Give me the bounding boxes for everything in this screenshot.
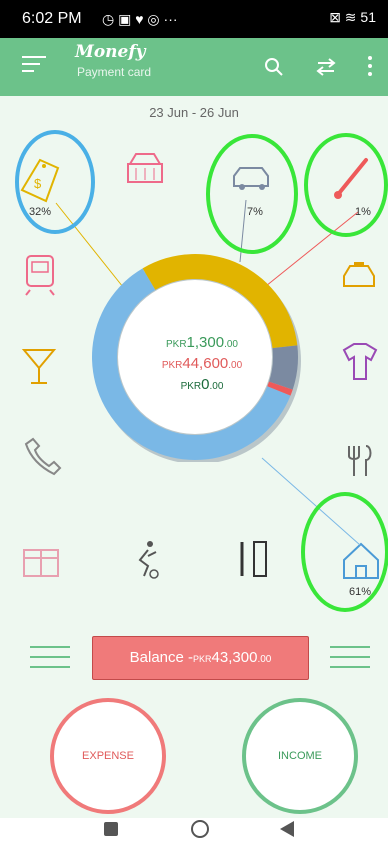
svg-text:$: $ [34, 176, 42, 191]
donut-slice-car[interactable] [268, 345, 298, 390]
thermometer-icon[interactable] [334, 158, 368, 199]
phone-icon[interactable] [24, 437, 62, 476]
home-button[interactable] [191, 820, 209, 838]
house-icon[interactable] [343, 542, 379, 579]
price-tag-icon[interactable]: $ [20, 158, 60, 203]
system-nav-bar [0, 818, 388, 850]
restaurant-icon[interactable] [348, 445, 372, 476]
back-button[interactable] [280, 821, 294, 837]
balance-label: Balance [129, 649, 184, 666]
left-menu-lines-icon[interactable] [30, 643, 70, 671]
toiletries-icon[interactable] [240, 541, 267, 577]
right-menu-lines-icon[interactable] [330, 643, 370, 671]
percent-label-health: 1% [355, 206, 371, 218]
gift-icon[interactable] [23, 549, 59, 577]
percent-label-house: 61% [348, 586, 372, 598]
other-total: PKR0.00 [180, 376, 224, 393]
balance-button[interactable]: Balance -PKR43,300.00 [92, 636, 309, 680]
clothes-icon[interactable] [342, 343, 378, 380]
expense-button[interactable]: EXPENSE [50, 698, 166, 814]
taxi-icon[interactable] [343, 262, 375, 287]
percent-label-car: 7% [247, 206, 263, 218]
cocktail-icon[interactable] [21, 349, 57, 384]
train-icon[interactable] [25, 255, 55, 296]
income-total: PKR1,300.00 [165, 334, 238, 351]
car-icon[interactable] [233, 167, 269, 190]
income-button[interactable]: INCOME [242, 698, 358, 814]
expense-total: PKR44,600.00 [161, 355, 243, 372]
balance-value: -PKR43,300.00 [188, 649, 272, 666]
percent-label-tag: 32% [28, 206, 52, 218]
sports-icon[interactable] [138, 541, 159, 579]
recents-button[interactable] [104, 822, 118, 836]
grocery-basket-icon[interactable] [127, 153, 163, 183]
donut-summary: PKR1,300.00 PKR44,600.00 PKR0.00 [144, 334, 260, 393]
